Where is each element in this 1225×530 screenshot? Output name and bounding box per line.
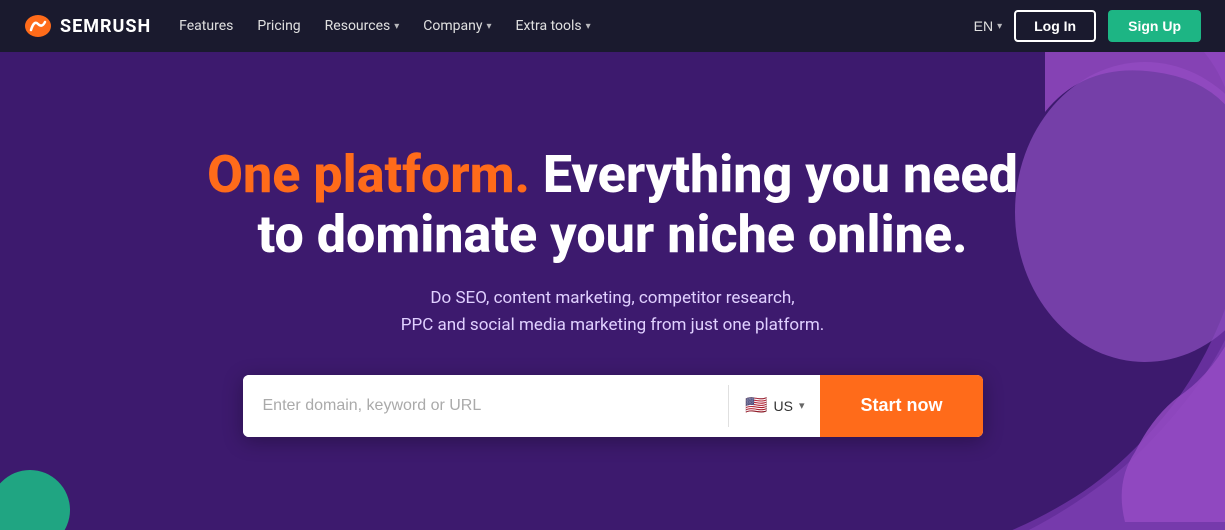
lang-chevron-icon: ▾ bbox=[997, 21, 1002, 32]
start-now-button[interactable]: Start now bbox=[820, 375, 982, 437]
nav-resources[interactable]: Resources ▾ bbox=[325, 18, 400, 34]
nav-links: Features Pricing Resources ▾ Company ▾ E… bbox=[179, 18, 945, 34]
signup-button[interactable]: Sign Up bbox=[1108, 10, 1201, 42]
company-chevron-icon: ▾ bbox=[487, 21, 492, 32]
country-selector[interactable]: 🇺🇸 US ▾ bbox=[729, 375, 820, 437]
navbar: SEMRUSH Features Pricing Resources ▾ Com… bbox=[0, 0, 1225, 52]
logo-text: SEMRUSH bbox=[60, 16, 151, 37]
head-silhouette-icon bbox=[845, 52, 1225, 530]
hero-section: One platform. Everything you need to dom… bbox=[0, 52, 1225, 530]
search-bar: 🇺🇸 US ▾ Start now bbox=[243, 375, 983, 437]
hero-subtext: Do SEO, content marketing, competitor re… bbox=[401, 285, 824, 339]
resources-chevron-icon: ▾ bbox=[394, 21, 399, 32]
country-chevron-icon: ▾ bbox=[799, 399, 805, 412]
login-button[interactable]: Log In bbox=[1014, 10, 1096, 42]
nav-pricing[interactable]: Pricing bbox=[257, 18, 300, 34]
logo[interactable]: SEMRUSH bbox=[24, 14, 151, 38]
hero-headline-orange: One platform. bbox=[207, 144, 530, 205]
hero-headline: One platform. Everything you need to dom… bbox=[183, 145, 1043, 265]
us-flag-icon: 🇺🇸 bbox=[745, 395, 767, 416]
teal-accent bbox=[0, 470, 70, 530]
nav-extra-tools[interactable]: Extra tools ▾ bbox=[516, 18, 591, 34]
semrush-logo-icon bbox=[24, 14, 52, 38]
nav-right: EN ▾ Log In Sign Up bbox=[974, 10, 1201, 42]
nav-features[interactable]: Features bbox=[179, 18, 233, 34]
search-input[interactable] bbox=[243, 375, 729, 437]
extra-tools-chevron-icon: ▾ bbox=[586, 21, 591, 32]
nav-company[interactable]: Company ▾ bbox=[423, 18, 491, 34]
language-selector[interactable]: EN ▾ bbox=[974, 18, 1002, 34]
